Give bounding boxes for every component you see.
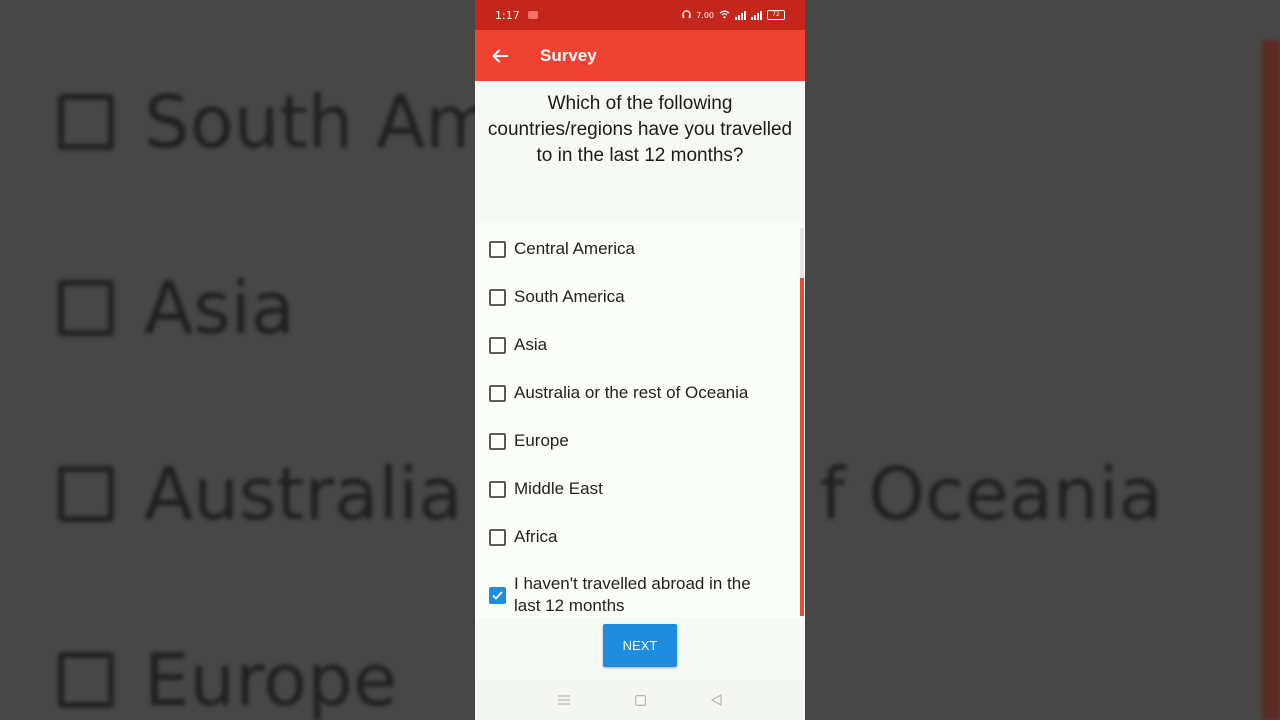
headphones-icon — [682, 9, 691, 21]
option-europe[interactable]: Europe — [489, 431, 569, 451]
option-central-america[interactable]: Central America — [489, 239, 635, 259]
battery-icon: 72 — [767, 10, 785, 20]
app-bar: Survey — [475, 30, 805, 81]
options-list: Central America South America Asia Austr… — [475, 223, 805, 618]
question-text: Which of the following countries/regions… — [480, 81, 800, 213]
bg-item-asia: Asia — [58, 266, 295, 350]
checkbox[interactable] — [489, 432, 506, 450]
footer: NEXT — [475, 618, 805, 680]
bg-label: Europe — [144, 638, 398, 720]
next-button[interactable]: NEXT — [603, 624, 677, 667]
status-time: 1:17 — [495, 8, 520, 22]
page-title: Survey — [540, 45, 597, 65]
checkbox[interactable] — [489, 336, 506, 354]
bg-checkbox — [58, 280, 114, 336]
status-bar: 1:17 7.00 72 — [475, 0, 805, 30]
option-asia[interactable]: Asia — [489, 335, 547, 355]
option-label: Middle East — [514, 479, 603, 498]
checkmark-icon — [492, 590, 503, 600]
checkbox[interactable] — [489, 528, 506, 546]
bg-item-south-america: South Ame — [58, 80, 540, 164]
bg-label: f Oceania — [820, 452, 1163, 536]
notification-icon — [527, 11, 538, 19]
bg-checkbox — [58, 652, 114, 708]
option-australia-oceania[interactable]: Australia or the rest of Oceania — [489, 383, 748, 403]
checkbox[interactable] — [489, 384, 506, 402]
scrollbar-thumb[interactable] — [800, 278, 804, 616]
option-africa[interactable]: Africa — [489, 527, 557, 547]
bg-scrollbar — [1262, 40, 1280, 720]
back-arrow-icon[interactable] — [490, 46, 510, 66]
signal-icon — [735, 10, 746, 20]
menu-icon[interactable] — [557, 693, 571, 707]
checkbox[interactable] — [489, 288, 506, 306]
status-icons: 7.00 72 — [682, 9, 785, 21]
option-label: Australia or the rest of Oceania — [514, 383, 749, 402]
checkbox[interactable] — [489, 480, 506, 498]
option-label: Central America — [514, 239, 635, 258]
bg-item-oceania: f Oceania — [820, 452, 1163, 536]
option-label: Asia — [514, 335, 548, 354]
back-triangle-icon[interactable] — [709, 693, 723, 707]
option-label: South America — [514, 287, 625, 306]
checkbox-checked[interactable] — [489, 586, 506, 604]
option-label: Africa — [514, 527, 558, 546]
option-label: Europe — [514, 431, 569, 450]
bg-item-europe: Europe — [58, 638, 397, 720]
bg-checkbox — [58, 94, 114, 150]
wifi-icon — [719, 10, 730, 21]
option-south-america[interactable]: South America — [489, 287, 625, 307]
option-middle-east[interactable]: Middle East — [489, 479, 603, 499]
network-speed: 7.00 — [696, 10, 714, 20]
signal-icon-2 — [751, 10, 762, 20]
bg-label: Asia — [144, 266, 295, 350]
bg-checkbox — [58, 466, 114, 522]
phone-screen: 1:17 7.00 72 Survey Which of the followi… — [475, 0, 805, 720]
option-label: I haven't travelled abroad in the last 1… — [514, 574, 751, 615]
option-not-travelled[interactable]: I haven't travelled abroad in the last 1… — [489, 573, 769, 617]
checkbox[interactable] — [489, 240, 506, 258]
system-nav-bar — [475, 680, 805, 720]
home-icon[interactable] — [633, 693, 647, 707]
bg-item-australia: Australia o — [58, 452, 529, 536]
bg-label: Australia o — [144, 452, 530, 536]
